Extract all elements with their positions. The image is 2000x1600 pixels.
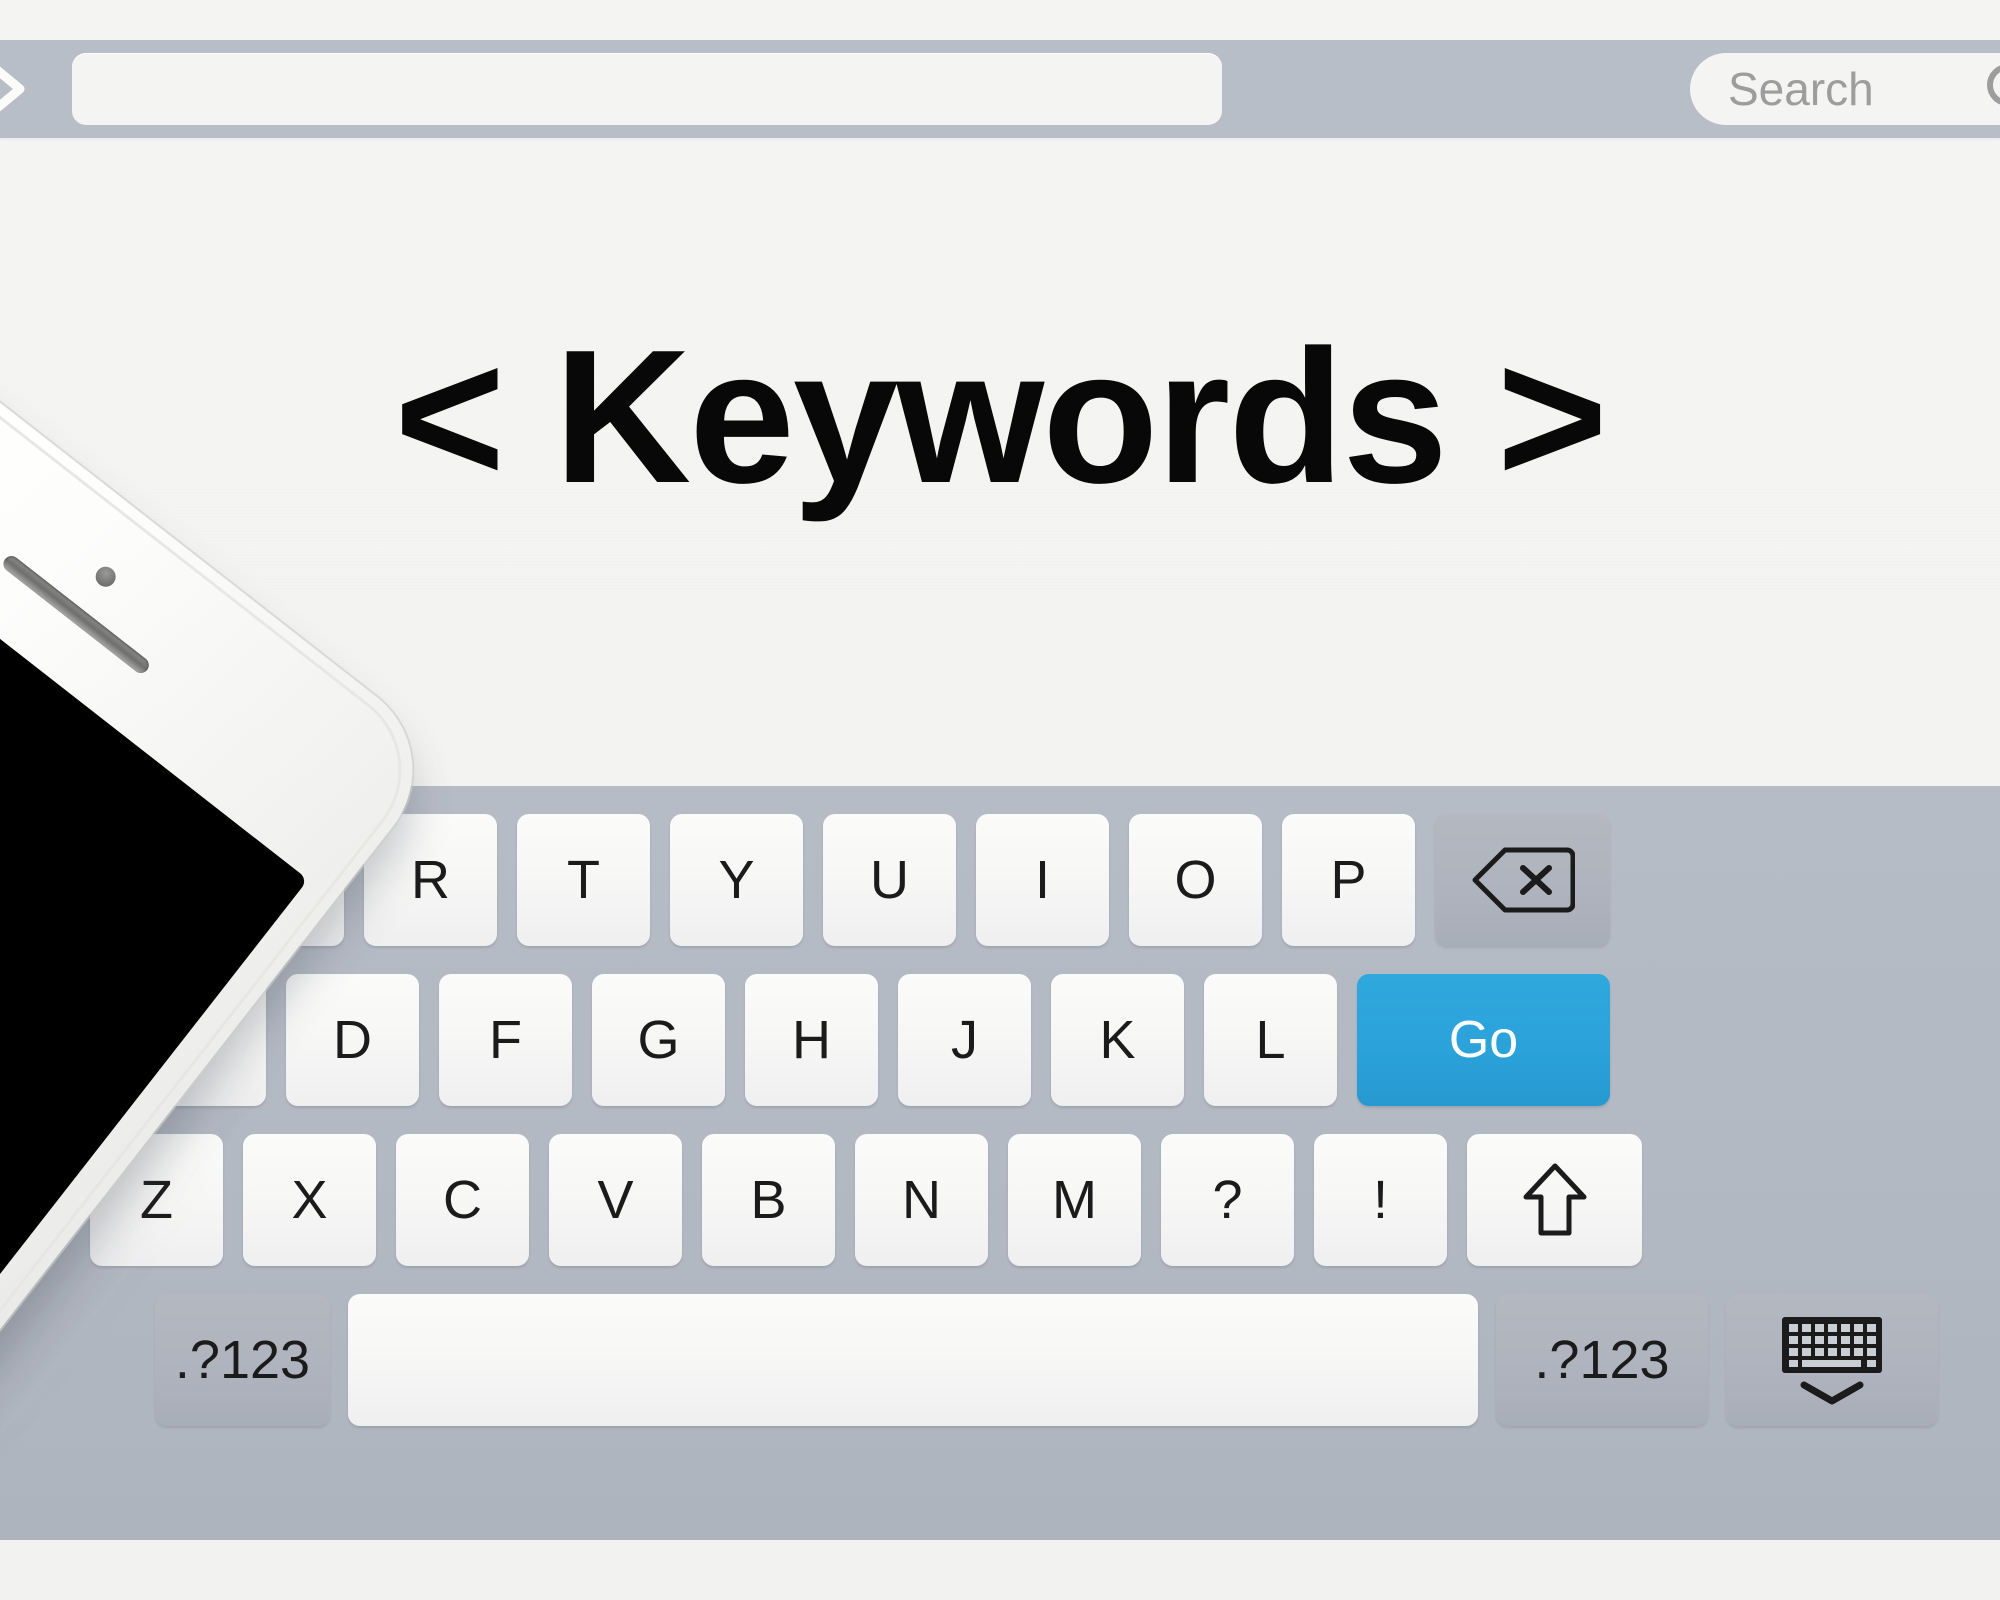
key-o[interactable]: O [1129,814,1262,946]
key-a[interactable]: A [0,974,113,1106]
key-s[interactable]: S [133,974,266,1106]
key-g[interactable]: G [592,974,725,1106]
key-k[interactable]: K [1051,974,1184,1106]
key-backspace[interactable] [1435,814,1610,946]
key-shift[interactable] [1467,1134,1642,1266]
key-w[interactable]: W [58,814,191,946]
browser-toolbar: Search [0,40,2000,138]
search-placeholder: Search [1728,63,1874,115]
key-n[interactable]: N [855,1134,988,1266]
key-numeric-left[interactable]: .?123 [155,1294,330,1426]
key-t[interactable]: T [517,814,650,946]
key-question[interactable]: ? [1161,1134,1294,1266]
key-j[interactable]: J [898,974,1031,1106]
key-hide-keyboard[interactable] [1726,1294,1938,1426]
search-input[interactable]: Search [1690,53,2000,125]
key-i[interactable]: I [976,814,1109,946]
keyboard-row-qwerty: Q W E R T Y U I O P [0,814,2000,946]
key-p[interactable]: P [1282,814,1415,946]
key-e[interactable]: E [211,814,344,946]
keyboard-row-home: A S D F G H J K L Go [0,974,2000,1106]
key-l[interactable]: L [1204,974,1337,1106]
chevron-right-icon[interactable] [0,53,34,125]
key-r[interactable]: R [364,814,497,946]
key-y[interactable]: Y [670,814,803,946]
key-go[interactable]: Go [1357,974,1610,1106]
shift-arrow-icon [1522,1161,1588,1239]
key-h[interactable]: H [745,974,878,1106]
key-m[interactable]: M [1008,1134,1141,1266]
page-title: < Keywords > [394,311,1608,523]
key-v[interactable]: V [549,1134,682,1266]
key-x[interactable]: X [243,1134,376,1266]
key-f[interactable]: F [439,974,572,1106]
key-b[interactable]: B [702,1134,835,1266]
key-numeric[interactable]: .?123 [1496,1294,1708,1426]
magnifying-glass-icon[interactable] [1982,59,2000,119]
key-space[interactable] [348,1294,1478,1426]
url-input[interactable] [72,53,1222,125]
backspace-icon [1471,844,1575,916]
onscreen-keyboard: Q W E R T Y U I O P A S [0,786,2000,1540]
keyboard-row-bottom-letters: Z X C V B N M ? ! [0,1134,2000,1266]
key-u[interactable]: U [823,814,956,946]
key-exclamation[interactable]: ! [1314,1134,1447,1266]
key-d[interactable]: D [286,974,419,1106]
key-c[interactable]: C [396,1134,529,1266]
key-z[interactable]: Z [90,1134,223,1266]
keyboard-row-space: .?123 .?123 [0,1294,2000,1426]
hide-keyboard-icon [1772,1313,1892,1407]
screenshot-root: Search < Keywords > Q W E R T Y U I O P [0,0,2000,1600]
key-q[interactable]: Q [0,814,38,946]
